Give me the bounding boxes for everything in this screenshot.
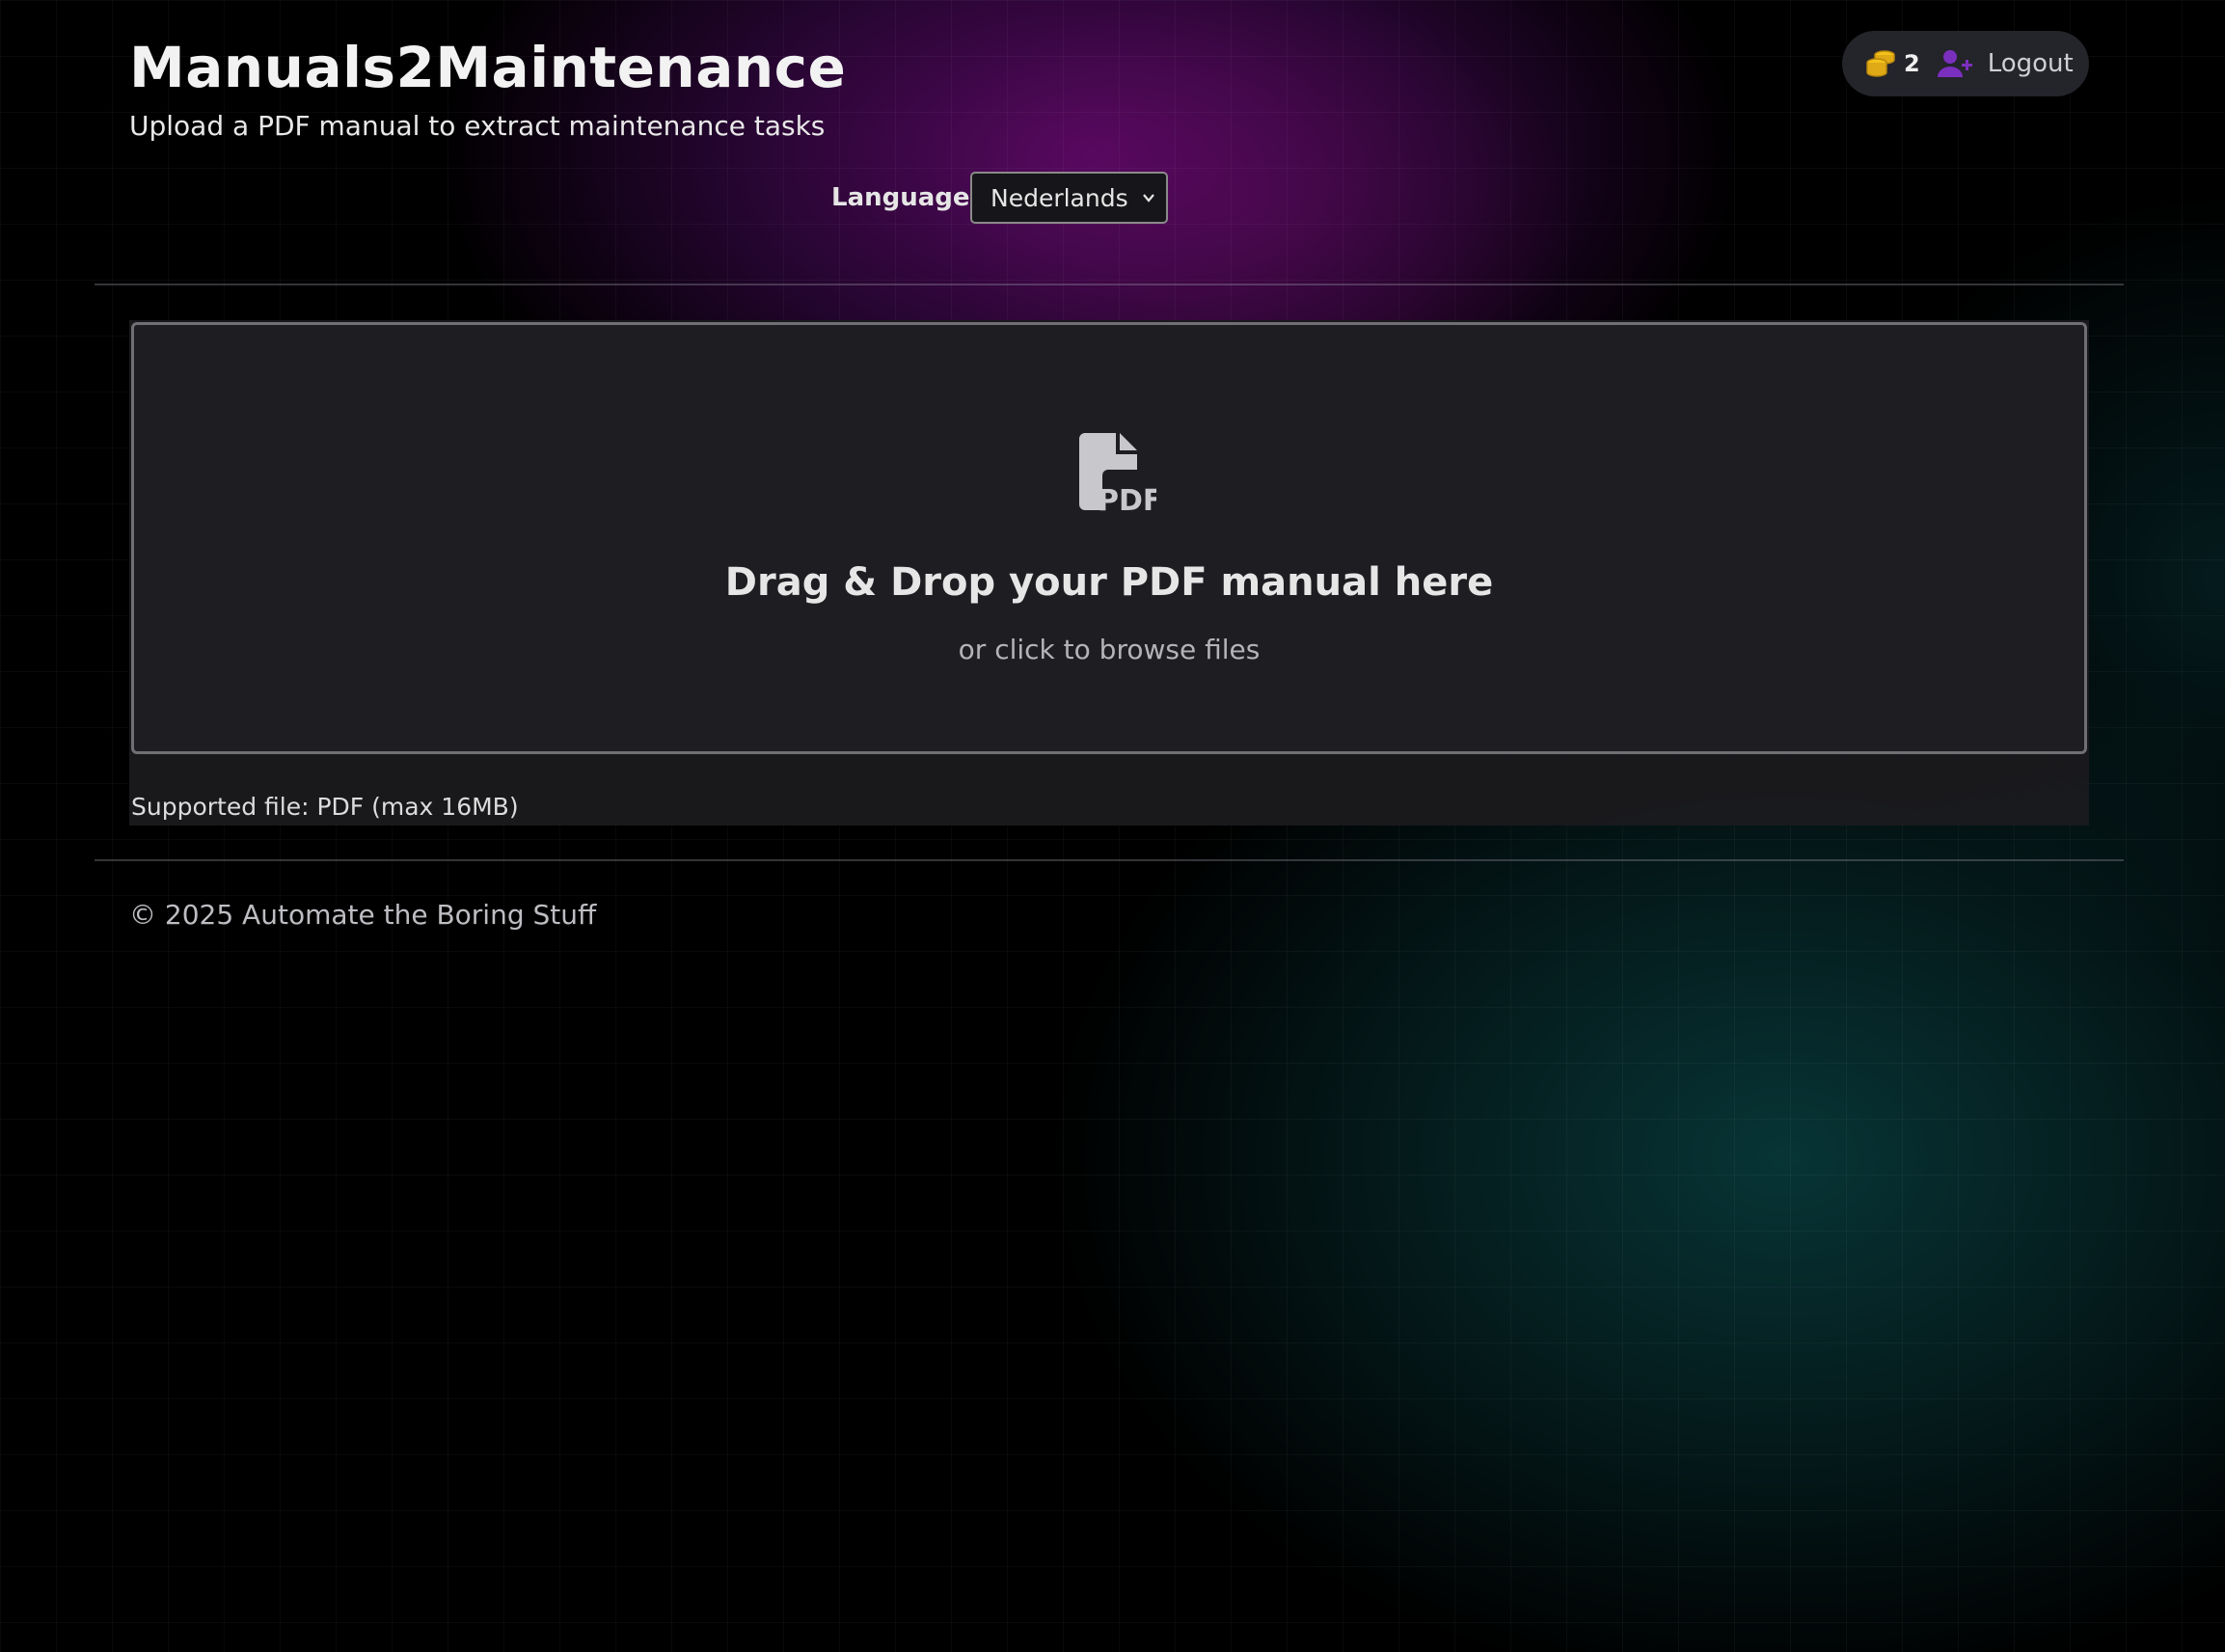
upload-section: PDF Drag & Drop your PDF manual here or … <box>129 320 2089 826</box>
language-selected-value: Nederlands <box>990 183 1128 212</box>
user-plus-icon <box>1937 48 1974 79</box>
page: Manuals2Maintenance Upload a PDF manual … <box>0 0 2225 1652</box>
app-subtitle: Upload a PDF manual to extract maintenan… <box>129 110 826 142</box>
chevron-down-icon <box>1141 190 1156 205</box>
app-title: Manuals2Maintenance <box>129 35 847 100</box>
svg-text:PDF: PDF <box>1098 484 1156 514</box>
header-divider <box>95 284 2124 285</box>
credits-count: 2 <box>1904 50 1920 77</box>
coins-icon <box>1865 48 1896 79</box>
pdf-file-icon: PDF <box>1072 429 1162 518</box>
user-menu: 2 Logout <box>1842 31 2089 96</box>
file-dropzone[interactable]: PDF Drag & Drop your PDF manual here or … <box>131 322 2087 754</box>
dropzone-title: Drag & Drop your PDF manual here <box>724 560 1494 605</box>
dropzone-subtitle: or click to browse files <box>958 634 1261 665</box>
language-select[interactable]: Nederlands <box>970 172 1168 224</box>
logout-button[interactable]: Logout <box>1937 48 2074 79</box>
footer-divider <box>95 859 2124 861</box>
logout-label: Logout <box>1987 49 2074 78</box>
footer-copyright: © 2025 Automate the Boring Stuff <box>129 899 597 931</box>
supported-file-note: Supported file: PDF (max 16MB) <box>131 793 519 821</box>
language-label: Language: <box>831 183 980 212</box>
